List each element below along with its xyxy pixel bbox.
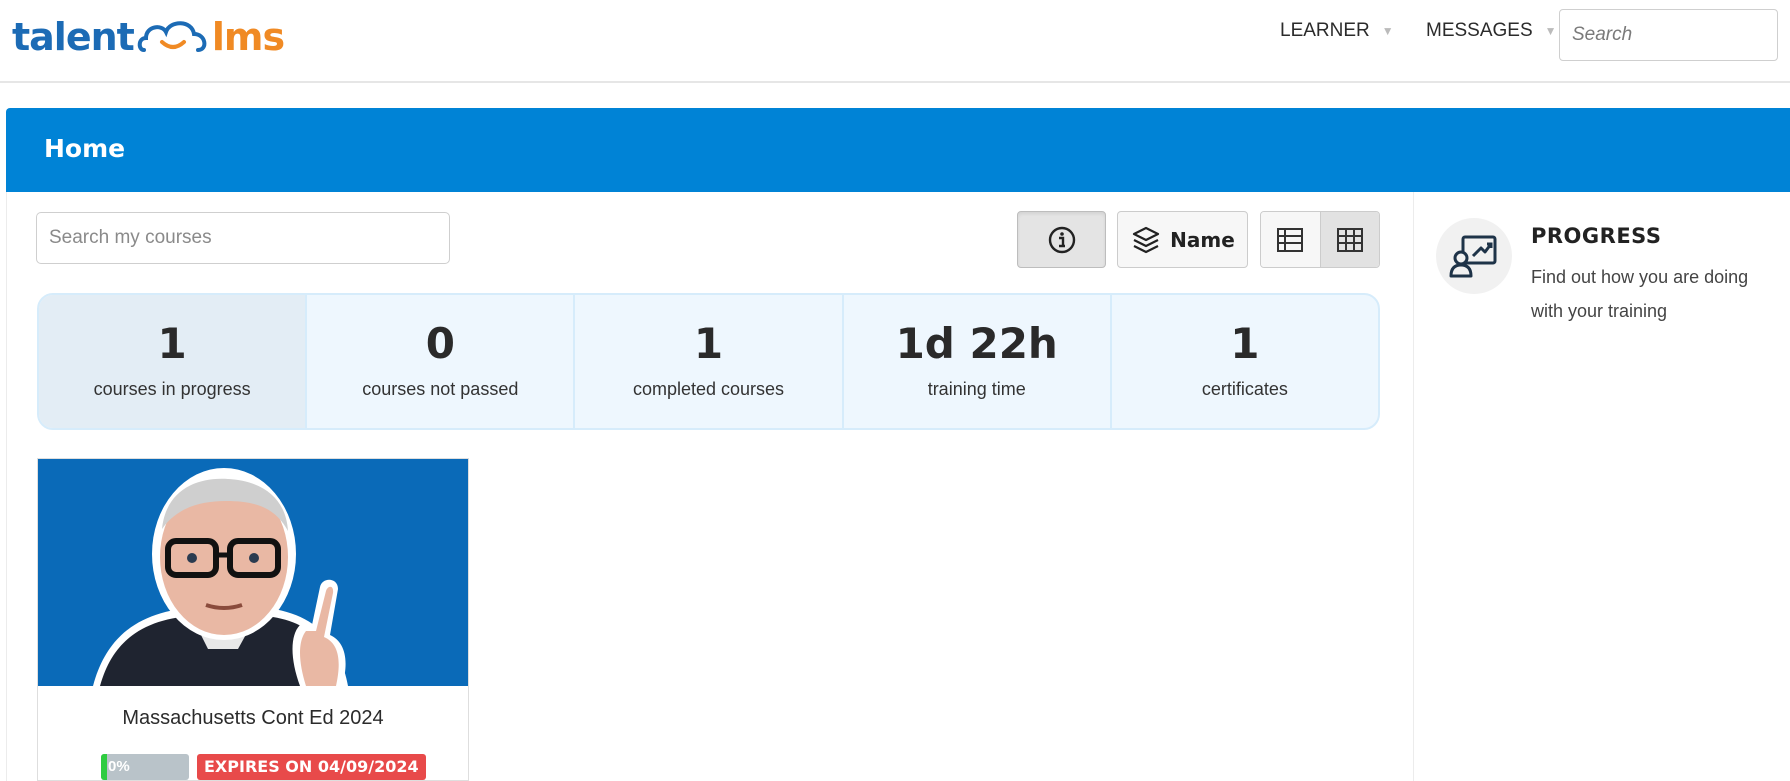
stat-label: courses not passed xyxy=(362,379,519,399)
course-thumbnail[interactable] xyxy=(38,459,468,686)
page-title: Home xyxy=(44,134,126,163)
expires-badge: EXPIRES ON 04/09/2024 xyxy=(197,754,426,780)
progress-percent: 0% xyxy=(108,758,130,775)
progress-chart-icon xyxy=(1449,235,1497,278)
list-view-button[interactable] xyxy=(1261,212,1320,267)
course-search-input[interactable] xyxy=(36,212,450,264)
info-icon xyxy=(1048,226,1075,253)
stat-value: 1 xyxy=(1230,319,1260,368)
nav-messages-label: MESSAGES xyxy=(1426,20,1533,41)
nav-messages[interactable]: MESSAGES ▼ xyxy=(1426,20,1557,42)
course-progress-bar: 0% xyxy=(101,754,189,780)
stat-label: courses in progress xyxy=(93,379,251,399)
nav-learner[interactable]: LEARNER ▼ xyxy=(1280,20,1394,42)
stat-label: certificates xyxy=(1201,379,1288,399)
stat-training-time[interactable]: 1d 22h training time xyxy=(844,295,1112,428)
header-notch xyxy=(1098,83,1276,99)
stat-value: 1 xyxy=(693,319,724,368)
stats-summary: 1 courses in progress 0 courses not pass… xyxy=(37,293,1380,430)
sort-by-name-button[interactable]: Name xyxy=(1117,211,1248,268)
list-view-icon xyxy=(1277,227,1304,252)
view-toggle xyxy=(1260,211,1380,268)
progress-icon-button[interactable] xyxy=(1436,218,1512,294)
global-search-input[interactable] xyxy=(1559,9,1778,61)
stat-value: 0 xyxy=(425,319,455,368)
top-header: talent lms LEARNER ▼ MESSAGES ▼ xyxy=(0,0,1790,83)
stat-courses-not-passed[interactable]: 0 courses not passed xyxy=(307,295,576,428)
progress-fill xyxy=(101,754,107,780)
sidebar-divider xyxy=(1413,192,1414,781)
talentlms-logo[interactable]: talent lms xyxy=(12,12,285,62)
logo-lms-text: lms xyxy=(211,15,285,59)
stat-completed-courses[interactable]: 1 completed courses xyxy=(575,295,844,428)
course-card[interactable]: Massachusetts Cont Ed 2024 0% EXPIRES ON… xyxy=(37,458,469,781)
nav-learner-label: LEARNER xyxy=(1280,20,1370,41)
stat-certificates[interactable]: 1 certificates xyxy=(1112,295,1378,428)
progress-description: Find out how you are doing with your tra… xyxy=(1531,267,1749,321)
stat-value: 1 xyxy=(157,319,187,368)
course-title[interactable]: Massachusetts Cont Ed 2024 xyxy=(38,707,468,730)
cloud-smile-icon xyxy=(137,21,207,52)
grid-view-button[interactable] xyxy=(1319,212,1379,267)
grid-view-icon xyxy=(1336,227,1363,252)
page-header-band: Home xyxy=(6,108,1790,192)
stat-label: completed courses xyxy=(632,379,785,399)
progress-title[interactable]: PROGRESS xyxy=(1531,224,1661,248)
sort-label: Name xyxy=(1170,227,1235,252)
info-button[interactable] xyxy=(1017,211,1106,268)
instructor-portrait-image xyxy=(38,459,468,686)
logo-talent-text: talent xyxy=(12,15,135,59)
stat-value: 1d 22h xyxy=(895,319,1058,368)
stat-label: training time xyxy=(927,379,1026,399)
caret-down-icon: ▼ xyxy=(1381,24,1394,38)
caret-down-icon: ▼ xyxy=(1544,24,1557,38)
layers-icon xyxy=(1133,226,1160,253)
stat-courses-in-progress[interactable]: 1 courses in progress xyxy=(39,295,308,428)
